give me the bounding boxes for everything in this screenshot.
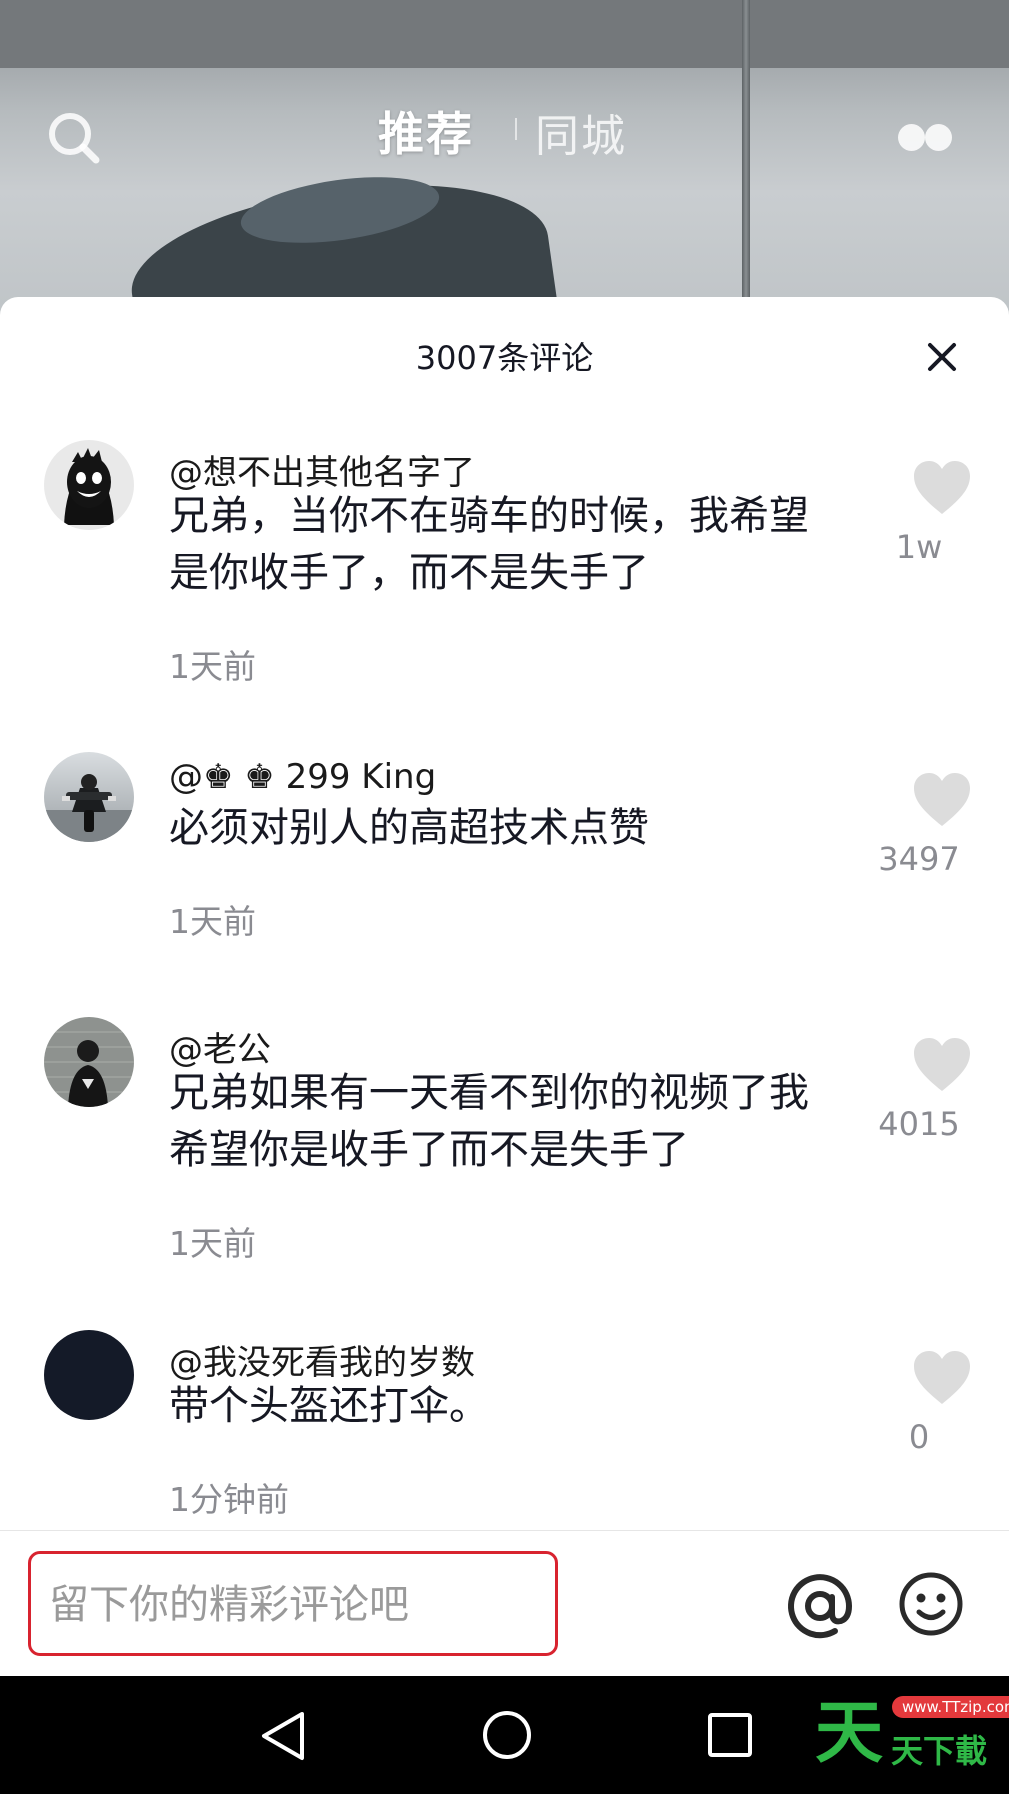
android-nav-bar: 天 www.TTzip.com 天下載	[0, 1676, 1009, 1794]
comment-header: 3007条评论	[0, 297, 1009, 397]
screen: 推荐 同城 3007条评论 @想不出其他名字了 兄弟，当你不在骑车的时候，我希望…	[0, 0, 1009, 1794]
at-icon[interactable]	[785, 1571, 855, 1641]
comment-text: 带个头盔还打伞。	[169, 1383, 489, 1429]
status-bar	[0, 0, 1009, 68]
dots-icon[interactable]	[898, 124, 954, 154]
watermark-text: 天下載	[891, 1732, 988, 1770]
video-background[interactable]: 推荐 同城	[0, 0, 1009, 369]
like-count: 4015	[878, 1105, 960, 1143]
comment-text: 必须对别人的高超技术点赞	[169, 805, 649, 851]
like-count: 0	[908, 1418, 930, 1456]
heart-icon[interactable]	[912, 460, 972, 516]
like-count: 1w	[895, 528, 943, 566]
dark-face-avatar[interactable]	[44, 440, 134, 530]
comment-item[interactable]: @想不出其他名字了 兄弟，当你不在骑车的时候，我希望是你收手了，而不是失手了 1…	[0, 440, 1009, 700]
heart-icon[interactable]	[912, 1037, 972, 1093]
watermark-big-char: 天	[815, 1694, 884, 1773]
comment-time: 1天前	[169, 902, 256, 941]
home-icon[interactable]	[480, 1708, 534, 1762]
comment-username[interactable]: @♚ ♚ 299 King	[169, 757, 436, 797]
close-icon[interactable]	[918, 333, 966, 381]
comment-input-highlight[interactable]	[28, 1551, 558, 1656]
comment-time: 1分钟前	[169, 1480, 289, 1519]
heart-icon[interactable]	[912, 1350, 972, 1406]
watermark-logo: 天 www.TTzip.com 天下載	[815, 1694, 1009, 1774]
comment-input[interactable]	[47, 1554, 541, 1655]
comment-username[interactable]: @老公	[169, 1022, 271, 1071]
comment-text: 兄弟，当你不在骑车的时候，我希望是你收手了，而不是失手了	[169, 493, 809, 596]
tab-recommend[interactable]: 推荐	[378, 98, 474, 164]
person-avatar[interactable]	[44, 1017, 134, 1107]
comment-sheet: 3007条评论 @想不出其他名字了 兄弟，当你不在骑车的时候，我希望是你收手了，…	[0, 297, 1009, 1674]
comment-item[interactable]: @老公 兄弟如果有一天看不到你的视频了我希望你是收手了而不是失手了 1天前 40…	[0, 1017, 1009, 1277]
motorcycle-avatar[interactable]	[44, 752, 134, 842]
back-icon[interactable]	[258, 1708, 308, 1764]
tab-local[interactable]: 同城	[535, 100, 627, 164]
comment-text: 兄弟如果有一天看不到你的视频了我希望你是收手了而不是失手了	[169, 1070, 809, 1173]
comment-input-bar	[0, 1530, 1009, 1677]
watermark-url: www.TTzip.com	[892, 1696, 1009, 1718]
heart-icon[interactable]	[912, 772, 972, 828]
comment-count-title: 3007条评论	[415, 339, 594, 377]
top-nav: 推荐 同城	[0, 90, 1009, 164]
comment-time: 1天前	[169, 647, 256, 686]
tab-divider	[515, 118, 517, 140]
emoji-icon[interactable]	[898, 1571, 964, 1637]
comment-time: 1天前	[169, 1224, 256, 1263]
comment-username[interactable]: @想不出其他名字了	[169, 445, 475, 494]
like-count: 3497	[878, 840, 960, 878]
search-icon[interactable]	[46, 110, 102, 166]
dark-circle-avatar[interactable]	[44, 1330, 134, 1420]
comment-item[interactable]: @我没死看我的岁数 带个头盔还打伞。 1分钟前 0	[0, 1330, 1009, 1560]
recent-apps-icon[interactable]	[706, 1711, 754, 1759]
video-pole	[742, 0, 750, 320]
comment-username[interactable]: @我没死看我的岁数	[169, 1335, 475, 1384]
comment-item[interactable]: @♚ ♚ 299 King 必须对别人的高超技术点赞 1天前 3497	[0, 752, 1009, 962]
